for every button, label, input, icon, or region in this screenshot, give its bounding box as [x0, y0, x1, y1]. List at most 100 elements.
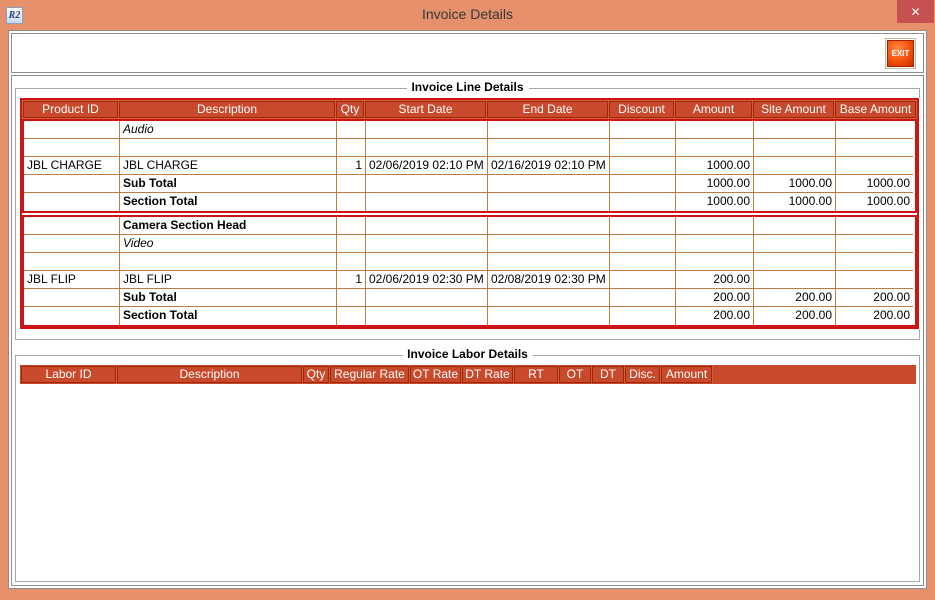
- table-cell: [366, 175, 488, 193]
- table-cell: 1: [337, 157, 366, 175]
- line-column-header[interactable]: End Date: [487, 101, 609, 118]
- table-cell: [836, 271, 913, 289]
- table-cell: [754, 271, 836, 289]
- table-cell: [610, 121, 676, 139]
- labor-column-header[interactable]: DT: [592, 366, 625, 383]
- table-row[interactable]: Video: [24, 235, 915, 253]
- table-cell: 200.00: [836, 307, 913, 325]
- table-cell: JBL FLIP: [120, 271, 337, 289]
- table-cell: [488, 121, 610, 139]
- labor-column-header[interactable]: DT Rate: [462, 366, 514, 383]
- table-cell: [836, 235, 913, 253]
- table-cell: Audio: [120, 121, 337, 139]
- table-cell: [488, 175, 610, 193]
- table-row[interactable]: Audio: [24, 121, 915, 139]
- exit-button-label: EXIT: [887, 40, 914, 67]
- close-button[interactable]: ✕: [897, 0, 934, 23]
- table-cell: [610, 217, 676, 235]
- labor-column-header[interactable]: Qty: [303, 366, 330, 383]
- table-cell: [754, 235, 836, 253]
- table-cell: 1000.00: [676, 175, 754, 193]
- table-row[interactable]: [24, 253, 915, 271]
- table-cell: [488, 139, 610, 157]
- table-cell: [337, 289, 366, 307]
- table-cell: [610, 253, 676, 271]
- table-cell: JBL CHARGE: [120, 157, 337, 175]
- table-cell: [610, 235, 676, 253]
- table-cell: [754, 253, 836, 271]
- table-cell: [24, 175, 120, 193]
- table-cell: Sub Total: [120, 289, 337, 307]
- line-column-header[interactable]: Qty: [336, 101, 365, 118]
- line-column-header[interactable]: Description: [119, 101, 336, 118]
- table-row[interactable]: JBL CHARGEJBL CHARGE102/06/2019 02:10 PM…: [24, 157, 915, 175]
- labor-column-header[interactable]: RT: [514, 366, 559, 383]
- exit-button[interactable]: EXIT: [885, 38, 916, 69]
- table-cell: [488, 307, 610, 325]
- main-panel: Invoice Line Details Product IDDescripti…: [11, 75, 924, 586]
- table-cell: 200.00: [676, 307, 754, 325]
- table-cell: [488, 289, 610, 307]
- app-icon: R2: [6, 7, 23, 24]
- table-row[interactable]: [24, 139, 915, 157]
- line-column-header[interactable]: Amount: [675, 101, 753, 118]
- table-cell: [836, 217, 913, 235]
- table-cell: [366, 139, 488, 157]
- table-cell: [836, 157, 913, 175]
- table-cell: [754, 121, 836, 139]
- line-column-header[interactable]: Discount: [609, 101, 675, 118]
- table-row[interactable]: Section Total200.00200.00200.00: [24, 307, 915, 325]
- table-cell: [337, 193, 366, 211]
- table-cell: [337, 175, 366, 193]
- table-cell: [24, 235, 120, 253]
- labor-column-header[interactable]: OT: [559, 366, 592, 383]
- table-cell: 1000.00: [676, 157, 754, 175]
- invoice-labor-details-table-header: Labor IDDescriptionQtyRegular RateOT Rat…: [20, 365, 916, 384]
- line-column-header[interactable]: Product ID: [23, 101, 119, 118]
- table-cell: [676, 217, 754, 235]
- table-cell: [24, 121, 120, 139]
- labor-column-header[interactable]: Amount: [661, 366, 713, 383]
- table-cell: [366, 121, 488, 139]
- invoice-line-details-table: Product IDDescriptionQtyStart DateEnd Da…: [20, 98, 919, 329]
- table-cell: [610, 157, 676, 175]
- table-row[interactable]: Sub Total200.00200.00200.00: [24, 289, 915, 307]
- table-cell: [610, 175, 676, 193]
- table-cell: [676, 139, 754, 157]
- line-column-header[interactable]: Site Amount: [753, 101, 835, 118]
- table-cell: [366, 217, 488, 235]
- table-cell: [836, 139, 913, 157]
- table-cell: 02/06/2019 02:10 PM: [366, 157, 488, 175]
- line-column-header[interactable]: Base Amount: [835, 101, 916, 118]
- labor-column-header[interactable]: Description: [117, 366, 303, 383]
- line-column-header[interactable]: Start Date: [365, 101, 487, 118]
- table-cell: [488, 193, 610, 211]
- labor-column-header[interactable]: Disc.: [625, 366, 661, 383]
- labor-column-header[interactable]: Labor ID: [21, 366, 117, 383]
- table-cell: [337, 235, 366, 253]
- table-cell: 1000.00: [836, 193, 913, 211]
- table-row[interactable]: Section Total1000.001000.001000.00: [24, 193, 915, 211]
- table-cell: [24, 217, 120, 235]
- window-title: Invoice Details: [0, 0, 935, 28]
- table-row[interactable]: Sub Total1000.001000.001000.00: [24, 175, 915, 193]
- table-cell: [120, 253, 337, 271]
- table-cell: [610, 139, 676, 157]
- table-cell: 02/16/2019 02:10 PM: [488, 157, 610, 175]
- table-cell: 200.00: [676, 289, 754, 307]
- vertical-scrollbar[interactable]: [919, 98, 924, 329]
- table-cell: Section Total: [120, 307, 337, 325]
- line-details-section: Audio JBL CHARGEJBL CHARGE102/06/2019 02:…: [22, 119, 917, 213]
- table-cell: [24, 253, 120, 271]
- labor-column-header[interactable]: OT Rate: [410, 366, 462, 383]
- table-row[interactable]: JBL FLIPJBL FLIP102/06/2019 02:30 PM02/0…: [24, 271, 915, 289]
- table-cell: [610, 193, 676, 211]
- invoice-details-window: R2 Invoice Details ✕ EXIT Invoice Line D…: [0, 0, 935, 600]
- table-cell: [754, 157, 836, 175]
- table-cell: Camera Section Head: [120, 217, 337, 235]
- table-row[interactable]: Camera Section Head: [24, 217, 915, 235]
- table-cell: 1000.00: [676, 193, 754, 211]
- table-cell: [337, 253, 366, 271]
- labor-column-header[interactable]: Regular Rate: [330, 366, 410, 383]
- titlebar[interactable]: R2 Invoice Details ✕: [0, 0, 935, 30]
